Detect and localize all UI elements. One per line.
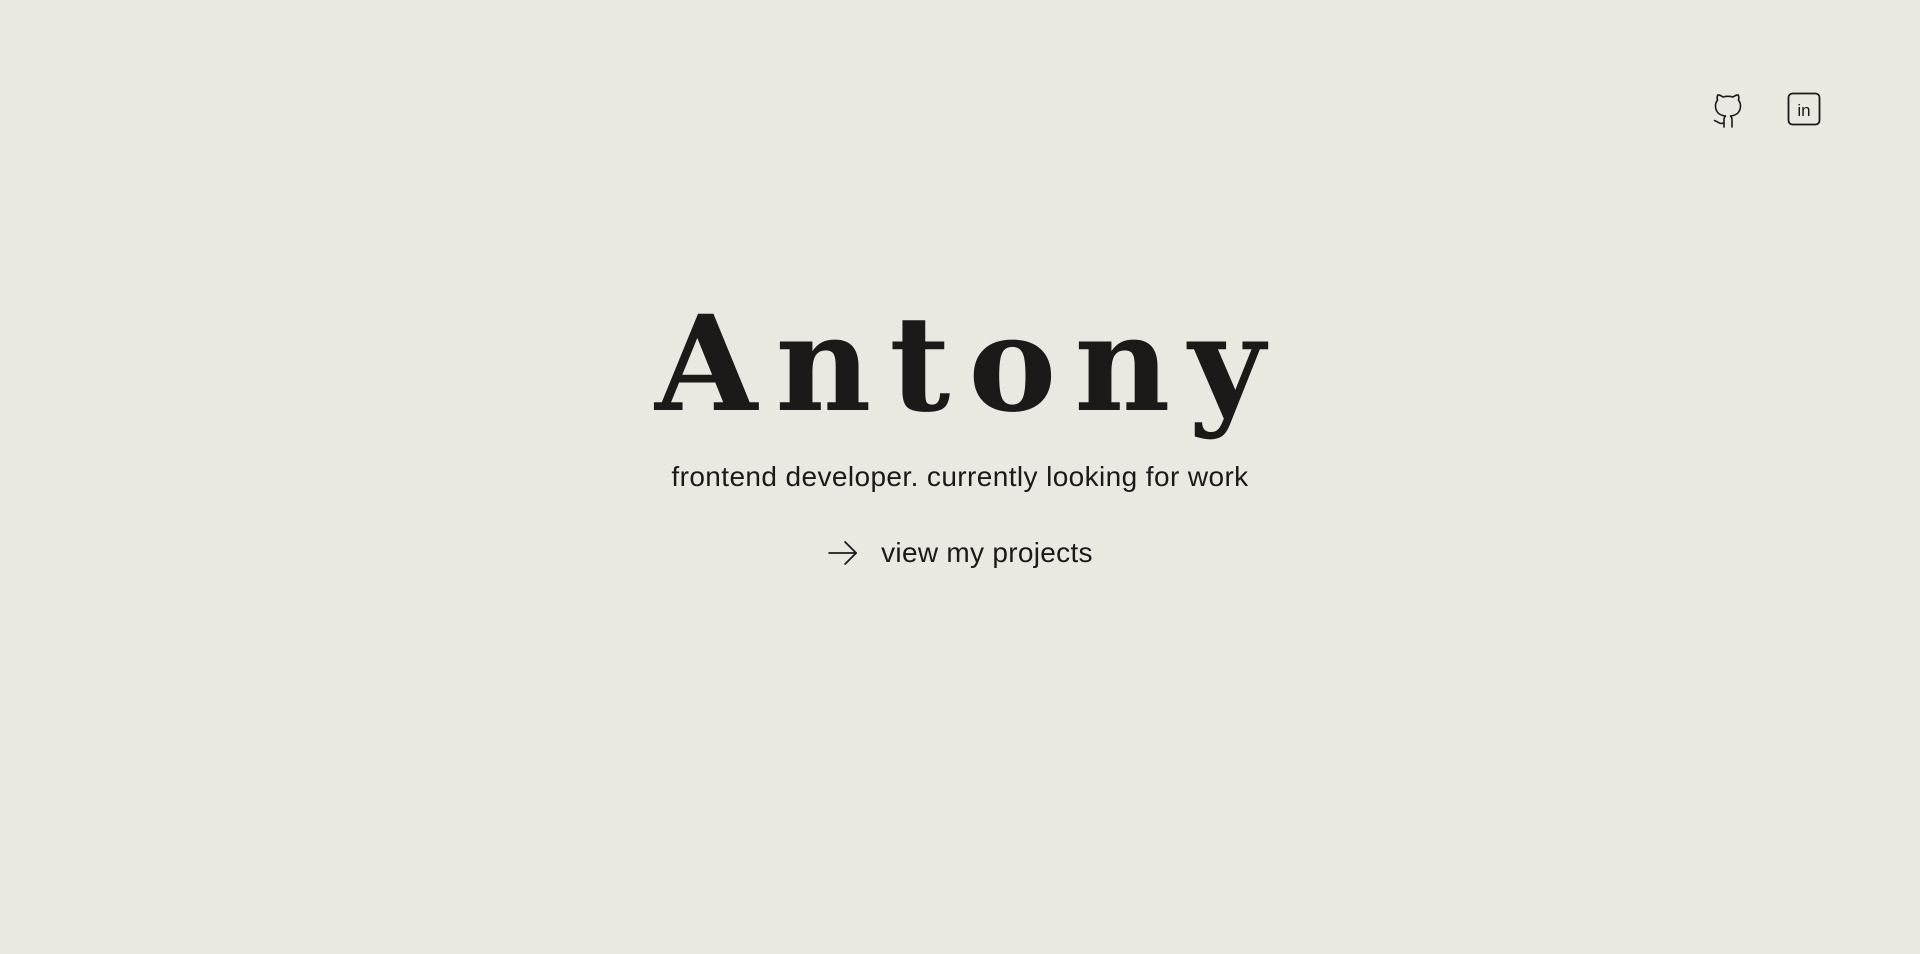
- tagline: frontend developer. currently looking fo…: [671, 461, 1249, 492]
- arrow-right-icon: [827, 540, 859, 566]
- github-icon: [1709, 89, 1747, 129]
- view-projects-link[interactable]: view my projects: [827, 536, 1093, 570]
- page-title: Antony: [654, 287, 1284, 442]
- social-links: in: [1709, 89, 1823, 129]
- view-projects-label: view my projects: [881, 537, 1093, 568]
- page: in Antony frontend developer. currently …: [0, 0, 1920, 954]
- linkedin-link[interactable]: in: [1785, 89, 1823, 129]
- linkedin-icon: in: [1785, 89, 1823, 129]
- github-link[interactable]: [1709, 89, 1747, 129]
- linkedin-glyph: in: [1797, 101, 1810, 120]
